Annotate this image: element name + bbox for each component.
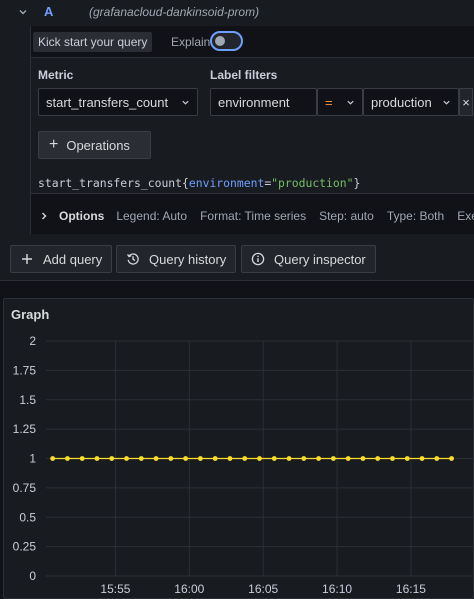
promql-open-brace: {	[182, 176, 189, 190]
query-history-button[interactable]: Query history	[116, 245, 237, 273]
series-point	[109, 456, 115, 461]
remove-filter-button[interactable]: ×	[459, 88, 473, 116]
series-point	[330, 456, 336, 461]
series-point	[257, 456, 262, 461]
y-tick-label: 1.25	[13, 422, 37, 436]
series-point	[301, 456, 307, 461]
promql-close-brace: }	[353, 176, 361, 190]
chevron-down-icon	[347, 100, 354, 105]
query-options-row[interactable]: Options Legend: Auto Format: Time series…	[39, 209, 474, 223]
series-point	[345, 456, 351, 461]
operations-button[interactable]: + Operations	[38, 131, 151, 159]
label-operator-value: =	[325, 94, 333, 110]
query-letter[interactable]: A	[44, 4, 53, 19]
y-tick-label: 0.75	[13, 481, 37, 495]
datasource-name: (grafanacloud-dankinsoid-prom)	[89, 5, 260, 19]
y-tick-label: 0.5	[19, 510, 36, 524]
chevron-right-icon	[42, 212, 47, 220]
plus-icon	[22, 254, 32, 264]
chevron-down-icon	[443, 100, 450, 105]
series-point	[138, 456, 144, 461]
x-tick-label: 16:00	[174, 582, 204, 596]
option-type: Type: Both	[386, 209, 445, 223]
series-point	[316, 456, 322, 461]
series-point	[434, 456, 440, 461]
series-point	[183, 456, 189, 461]
series-point	[50, 456, 56, 461]
plus-icon: +	[49, 136, 59, 153]
option-format: Format: Time series	[200, 209, 307, 223]
label-operator-select[interactable]: =	[317, 88, 363, 116]
label-name-value: environment	[218, 94, 290, 110]
y-tick-label: 1.75	[13, 363, 37, 377]
series-point	[375, 456, 381, 461]
y-tick-label: 1.5	[19, 393, 36, 407]
query-inspector-button[interactable]: Query inspector	[241, 245, 376, 273]
explain-toggle[interactable]	[210, 31, 243, 51]
add-query-label: Add query	[43, 251, 103, 267]
series-point	[79, 456, 85, 461]
label-filters-label: Label filters	[210, 68, 278, 82]
chevron-down-icon	[182, 100, 189, 105]
chevron-down-icon[interactable]	[17, 6, 29, 18]
metric-select[interactable]: start_transfers_count	[38, 88, 198, 116]
series-point	[360, 456, 366, 461]
series-point	[94, 456, 100, 461]
series-point	[404, 456, 410, 461]
query-row-header: A (grafanacloud-dankinsoid-prom)	[0, 0, 474, 26]
promql-value: "production"	[271, 176, 354, 190]
label-value-select[interactable]: production	[363, 88, 459, 116]
metric-label: Metric	[38, 68, 74, 82]
label-name-select[interactable]: environment	[210, 88, 317, 116]
metric-value: start_transfers_count	[46, 94, 169, 110]
option-legend: Legend: Auto	[116, 209, 188, 223]
series-point	[419, 456, 425, 461]
query-editor-panel: A (grafanacloud-dankinsoid-prom) Kick st…	[0, 0, 474, 281]
series-point	[390, 456, 395, 461]
series-point	[271, 456, 277, 461]
history-icon	[127, 253, 139, 265]
close-icon: ×	[462, 94, 470, 110]
series-point	[168, 456, 174, 461]
label-value-text: production	[371, 94, 432, 110]
option-exemplars: Exempl	[457, 209, 474, 223]
series-point	[65, 456, 70, 461]
series-point	[197, 456, 203, 461]
query-builder: Kick start your query Explain Metric sta…	[30, 26, 474, 234]
kick-start-button[interactable]: Kick start your query	[33, 32, 153, 52]
series-point	[286, 456, 292, 461]
option-step: Step: auto	[319, 209, 374, 223]
x-tick-label: 16:15	[396, 582, 426, 596]
explain-label: Explain	[171, 35, 211, 49]
y-tick-label: 2	[29, 334, 36, 348]
promql-metric: start_transfers_count	[38, 176, 183, 190]
series-point	[242, 456, 248, 461]
series-point	[124, 456, 129, 461]
y-tick-label: 0.25	[13, 540, 37, 554]
x-tick-label: 16:05	[248, 582, 278, 596]
series-point	[227, 456, 233, 461]
toggle-knob	[215, 36, 225, 46]
builder-section: Metric start_transfers_count Label filte…	[31, 57, 474, 194]
query-history-label: Query history	[149, 251, 227, 267]
promql-preview: start_transfers_count{environment="produ…	[38, 176, 360, 190]
info-circle-icon	[251, 252, 265, 266]
series-point	[153, 456, 159, 461]
x-tick-label: 15:55	[100, 582, 130, 596]
series-point	[449, 456, 454, 461]
graph-panel: Graph 2 1.75 1.5 1.25 1 0.75 0.5 0.25 0 15:55 16:0…	[3, 298, 474, 599]
query-inspector-label: Query inspector	[274, 251, 366, 267]
promql-label: environment	[188, 176, 265, 190]
options-title: Options	[59, 209, 105, 223]
x-tick-label: 16:10	[322, 582, 352, 596]
series-point	[212, 456, 218, 461]
y-tick-label: 0	[29, 569, 36, 583]
operations-label: Operations	[66, 137, 130, 153]
add-query-button[interactable]: Add query	[10, 245, 113, 273]
y-tick-label: 1	[29, 452, 36, 466]
graph-chart[interactable]: 2 1.75 1.5 1.25 1 0.75 0.5 0.25 0 15:55 16:00 16:05…	[4, 299, 473, 598]
